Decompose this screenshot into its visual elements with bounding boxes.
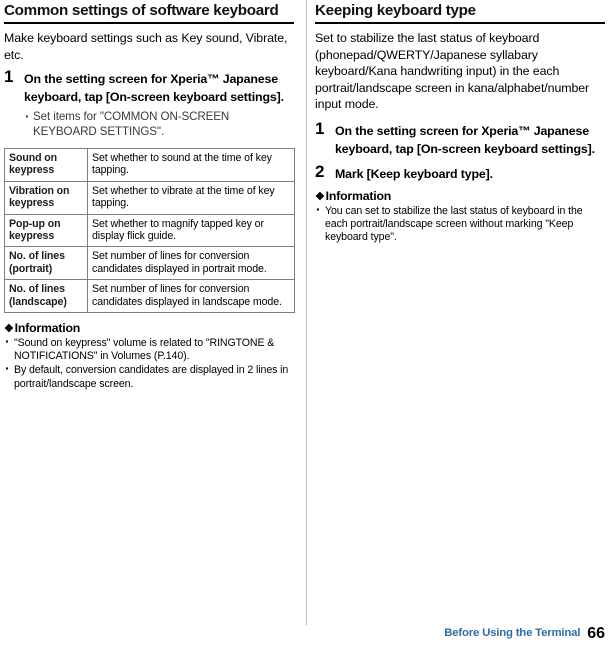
table-row: Vibration on keypress Set whether to vib… xyxy=(4,180,295,215)
table-row: No. of lines (landscape) Set number of l… xyxy=(4,279,295,314)
table-cell-description: Set whether to sound at the time of key … xyxy=(87,148,295,182)
left-information-item-1: By default, conversion candidates are di… xyxy=(4,362,294,390)
footer-section-label: Before Using the Terminal xyxy=(444,627,581,639)
right-section-heading: Keeping keyboard type xyxy=(315,2,476,19)
left-heading-rule xyxy=(4,22,294,24)
table-cell-description: Set whether to magnify tapped key or dis… xyxy=(87,213,295,248)
table-cell-label: No. of lines (landscape) xyxy=(4,279,88,314)
left-step-1: 1 On the setting screen for Xperia™ Japa… xyxy=(4,67,294,106)
left-column: Common settings of software keyboard Mak… xyxy=(0,0,300,392)
right-heading-rule xyxy=(315,22,605,24)
right-information-item-0: You can set to stabilize the last status… xyxy=(315,203,605,245)
left-step-1-bullet-0: Set items for "COMMON ON-SCREEN KEYBOARD… xyxy=(24,109,294,139)
page-footer: Before Using the Terminal 66 xyxy=(444,625,605,642)
page: Common settings of software keyboard Mak… xyxy=(0,0,609,648)
right-step-2: 2 Mark [Keep keyboard type]. xyxy=(315,161,605,183)
left-information-item-0: "Sound on keypress" volume is related to… xyxy=(4,335,294,363)
left-step-1-number: 1 xyxy=(4,67,14,86)
right-information-heading: ❖Information xyxy=(315,189,605,203)
keyboard-settings-table: Sound on keypress Set whether to sound a… xyxy=(4,148,295,314)
column-divider xyxy=(306,0,307,625)
right-step-2-number: 2 xyxy=(315,161,325,181)
table-row: Sound on keypress Set whether to sound a… xyxy=(4,148,295,182)
right-step-1-number: 1 xyxy=(315,118,325,138)
right-step-1-text: On the setting screen for Xperia™ Japane… xyxy=(335,123,595,156)
right-information-title: Information xyxy=(325,188,392,203)
table-cell-label: Sound on keypress xyxy=(4,148,88,182)
table-row: Pop-up on keypress Set whether to magnif… xyxy=(4,213,295,248)
table-cell-description: Set whether to vibrate at the time of ke… xyxy=(87,180,295,215)
right-intro-text: Set to stabilize the last status of keyb… xyxy=(315,31,590,111)
left-section-heading: Common settings of software keyboard xyxy=(4,2,279,19)
left-intro-text: Make keyboard settings such as Key sound… xyxy=(4,31,288,62)
right-step-1: 1 On the setting screen for Xperia™ Japa… xyxy=(315,118,605,158)
table-cell-description: Set number of lines for conversion candi… xyxy=(87,279,295,314)
table-cell-description: Set number of lines for conversion candi… xyxy=(87,246,295,281)
table-cell-label: Vibration on keypress xyxy=(4,180,88,215)
table-cell-label: Pop-up on keypress xyxy=(4,213,88,248)
left-information-heading: ❖Information xyxy=(4,321,294,335)
right-column: Keeping keyboard type Set to stabilize t… xyxy=(315,0,609,245)
right-step-2-text: Mark [Keep keyboard type]. xyxy=(335,166,493,181)
footer-page-number: 66 xyxy=(587,625,605,642)
table-row: No. of lines (portrait) Set number of li… xyxy=(4,246,295,281)
table-cell-label: No. of lines (portrait) xyxy=(4,246,88,281)
left-information-title: Information xyxy=(14,321,81,336)
left-step-1-text: On the setting screen for Xperia™ Japane… xyxy=(24,72,284,104)
